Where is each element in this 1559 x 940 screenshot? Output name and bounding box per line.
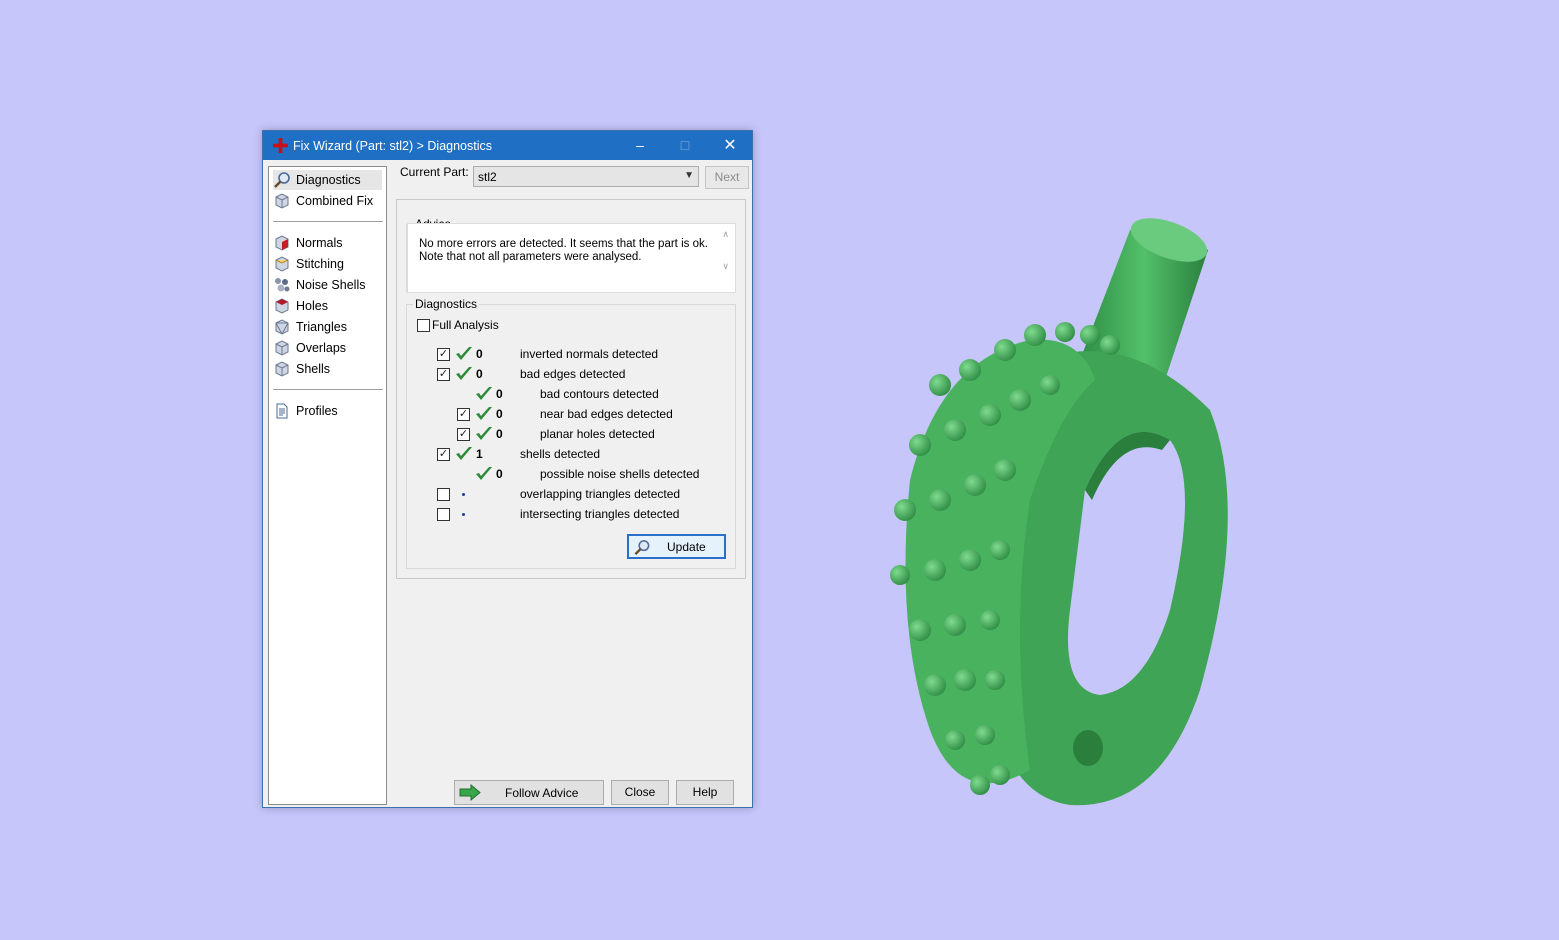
shells-label: shells detected (520, 447, 601, 461)
sidebar-item-diagnostics[interactable]: Diagnostics (273, 170, 382, 190)
sidebar-item-stitching[interactable]: Stitching (273, 254, 382, 274)
bad-edges-count: 0 (476, 367, 483, 381)
update-button[interactable]: Update (627, 534, 726, 559)
chevron-down-icon: ▼ (684, 170, 694, 181)
sidebar-item-label: Combined Fix (296, 194, 374, 208)
advice-textbox[interactable]: No more errors are detected. It seems th… (407, 223, 736, 293)
inverted-normals-count: 0 (476, 347, 483, 361)
sidebar-item-label: Profiles (296, 404, 338, 418)
sidebar-separator (273, 389, 383, 390)
holes-cube-icon (275, 298, 289, 314)
full-analysis-label: Full Analysis (432, 318, 499, 332)
maximize-button[interactable]: □ (663, 131, 707, 160)
intersecting-triangles-label: intersecting triangles detected (520, 507, 680, 521)
near-bad-edges-checkbox[interactable]: ✓ (457, 408, 470, 421)
check-mark-icon (476, 427, 492, 440)
check-mark-icon (476, 387, 492, 400)
follow-advice-label: Follow Advice (505, 786, 579, 800)
magnifier-icon (634, 540, 650, 555)
update-label: Update (667, 540, 706, 554)
planar-holes-checkbox[interactable]: ✓ (457, 428, 470, 441)
planar-holes-label: planar holes detected (540, 427, 655, 441)
near-bad-edges-label: near bad edges detected (540, 407, 673, 421)
sidebar-item-combined-fix[interactable]: Combined Fix (273, 191, 382, 211)
sidebar-item-label: Holes (296, 299, 328, 313)
sidebar-item-overlaps[interactable]: Overlaps (273, 338, 382, 358)
overlaps-cube-icon (275, 340, 289, 356)
triangles-cube-icon (275, 319, 289, 335)
current-part-label: Current Part: (400, 165, 469, 179)
scroll-up-icon[interactable]: ∧ (722, 229, 729, 240)
magnifier-icon (274, 172, 290, 188)
sidebar-item-normals[interactable]: Normals (273, 233, 382, 253)
current-part-value: stl2 (478, 170, 497, 184)
sidebar-item-label: Shells (296, 362, 331, 376)
not-run-dot-icon (462, 493, 465, 496)
overlapping-triangles-checkbox[interactable] (437, 488, 450, 501)
diagnostics-title: Diagnostics (413, 297, 480, 311)
sidebar-item-label: Overlaps (296, 341, 347, 355)
bad-contours-label: bad contours detected (540, 387, 659, 401)
noise-shells-icon (275, 278, 290, 292)
sidebar-item-label: Diagnostics (296, 173, 361, 187)
next-button[interactable]: Next (705, 166, 749, 189)
window-title: Fix Wizard (Part: stl2) > Diagnostics (293, 139, 493, 153)
check-mark-icon (456, 347, 472, 360)
planar-holes-count: 0 (496, 427, 503, 441)
title-bar[interactable]: Fix Wizard (Part: stl2) > Diagnostics – … (263, 131, 752, 160)
sidebar: Diagnostics Combined Fix Normals Stitchi… (268, 166, 387, 805)
app-cross-icon (273, 138, 288, 153)
near-bad-edges-count: 0 (496, 407, 503, 421)
advice-text: No more errors are detected. It seems th… (419, 238, 708, 263)
sidebar-item-label: Normals (296, 236, 343, 250)
sidebar-item-label: Noise Shells (296, 278, 366, 292)
check-mark-icon (456, 447, 472, 460)
shells-checkbox[interactable]: ✓ (437, 448, 450, 461)
minimize-button[interactable]: – (618, 131, 662, 160)
intersecting-triangles-checkbox[interactable] (437, 508, 450, 521)
stitching-cube-icon (275, 256, 289, 272)
sidebar-item-label: Stitching (296, 257, 344, 271)
bad-edges-checkbox[interactable]: ✓ (437, 368, 450, 381)
sidebar-item-shells[interactable]: Shells (273, 359, 382, 379)
sidebar-item-holes[interactable]: Holes (273, 296, 382, 316)
cube-icon (275, 193, 289, 209)
fix-wizard-window: Fix Wizard (Part: stl2) > Diagnostics – … (262, 130, 753, 808)
close-window-button[interactable]: ✕ (708, 131, 752, 160)
check-mark-icon (476, 407, 492, 420)
scroll-down-icon[interactable]: ∨ (722, 261, 729, 272)
follow-advice-button[interactable]: Follow Advice (454, 780, 604, 805)
full-analysis-checkbox[interactable] (417, 319, 430, 332)
bad-contours-count: 0 (496, 387, 503, 401)
check-mark-icon (476, 467, 492, 480)
noise-shells-count: 0 (496, 467, 503, 481)
sidebar-item-noise-shells[interactable]: Noise Shells (273, 275, 382, 295)
normals-cube-icon (275, 235, 289, 251)
check-mark-icon (456, 367, 472, 380)
ring-3d-model[interactable] (880, 210, 1240, 810)
inverted-normals-checkbox[interactable]: ✓ (437, 348, 450, 361)
not-run-dot-icon (462, 513, 465, 516)
arrow-right-icon (459, 784, 481, 801)
overlapping-triangles-label: overlapping triangles detected (520, 487, 681, 501)
shells-count: 1 (476, 447, 483, 461)
current-part-select[interactable]: stl2 ▼ (473, 166, 699, 187)
document-icon (276, 403, 288, 419)
close-button[interactable]: Close (611, 780, 669, 805)
inverted-normals-label: inverted normals detected (520, 347, 659, 361)
sidebar-item-triangles[interactable]: Triangles (273, 317, 382, 337)
sidebar-item-label: Triangles (296, 320, 347, 334)
sidebar-item-profiles[interactable]: Profiles (273, 401, 382, 421)
noise-shells-label: possible noise shells detected (540, 467, 700, 481)
bad-edges-label: bad edges detected (520, 367, 626, 381)
shells-cube-icon (275, 361, 289, 377)
sidebar-separator (273, 221, 383, 222)
help-button[interactable]: Help (676, 780, 734, 805)
